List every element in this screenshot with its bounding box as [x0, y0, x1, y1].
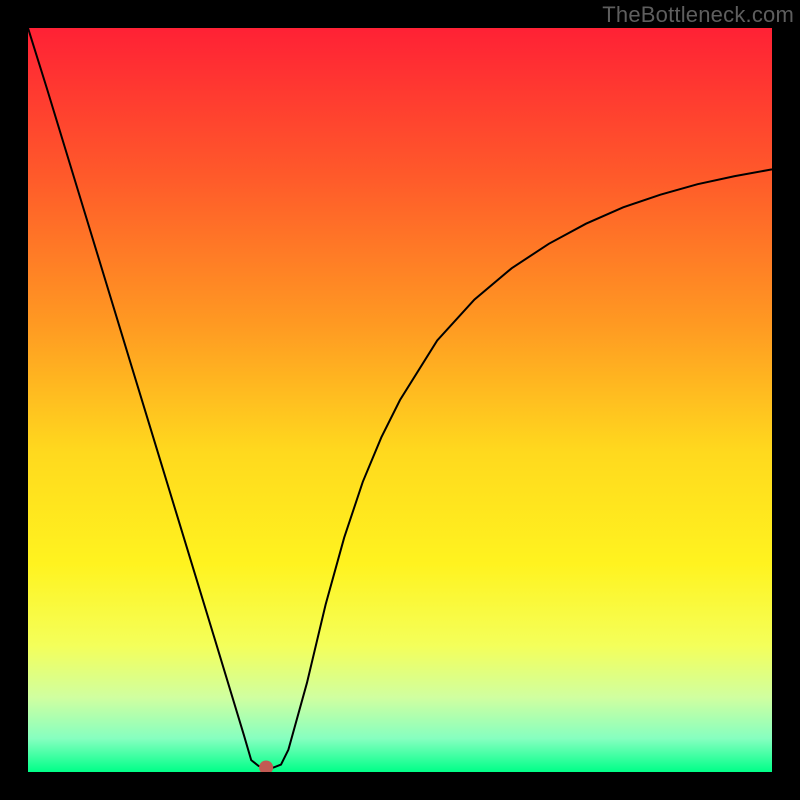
- plot-area: [28, 28, 772, 772]
- watermark-text: TheBottleneck.com: [602, 2, 794, 28]
- chart-frame: TheBottleneck.com: [0, 0, 800, 800]
- chart-svg: [28, 28, 772, 772]
